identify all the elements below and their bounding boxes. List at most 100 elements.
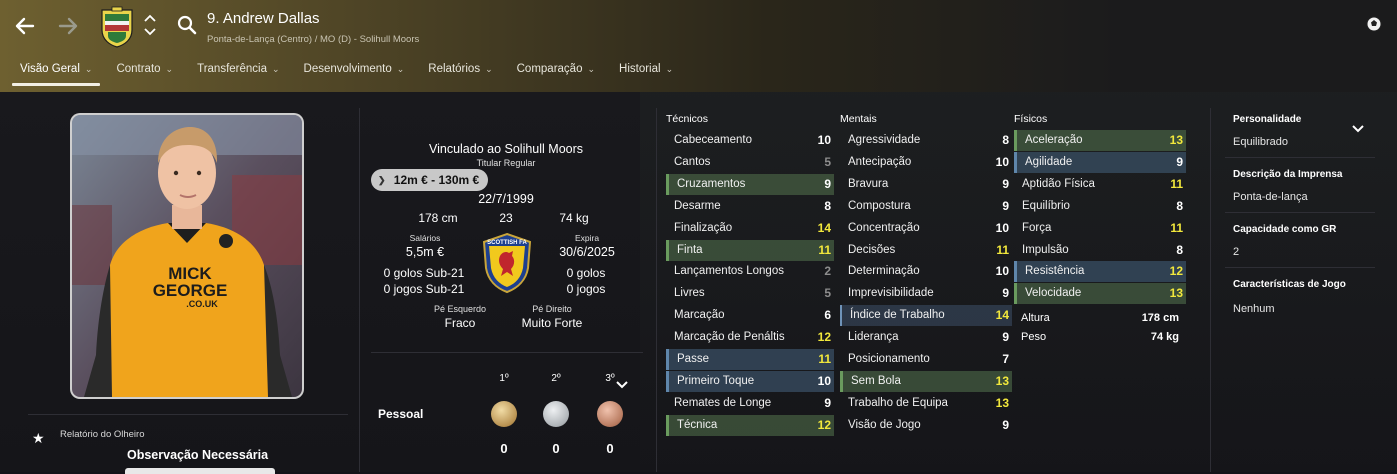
attribute-name: Impulsão (1022, 243, 1069, 256)
attribute-value: 7 (1002, 352, 1009, 366)
physical-height: Altura 178 cm (1021, 312, 1179, 324)
gk-value: 2 (1233, 246, 1240, 258)
fisicos-attribute-row[interactable]: Resistência 12 (1014, 261, 1186, 283)
place-1-label: 1º (499, 373, 509, 384)
mentais-attribute-row[interactable]: Sem Bola 13 (840, 370, 1012, 392)
attribute-name: Resistência (1025, 265, 1085, 278)
salary-value: 5,5m € (405, 245, 445, 259)
football-icon[interactable] (1366, 16, 1382, 32)
chevron-down-icon: ⌄ (396, 64, 405, 74)
contract-line: Vinculado ao Solihull Moors (428, 142, 584, 156)
attribute-name: Técnica (677, 418, 718, 431)
chevron-down-icon[interactable] (1351, 121, 1365, 135)
tecnicos-attribute-row[interactable]: Cantos 5 (666, 152, 834, 173)
tab-transferencia[interactable]: Transferência ⌄ (185, 60, 291, 84)
attribute-value: 5 (824, 154, 831, 169)
tecnicos-attribute-row[interactable]: Marcação 6 (666, 305, 834, 326)
fisicos-attribute-row[interactable]: Aceleração 13 (1014, 130, 1186, 151)
tab-comparacao[interactable]: Comparação ⌄ (505, 60, 607, 84)
search-icon[interactable] (176, 14, 198, 36)
attribute-value: 11 (818, 242, 831, 257)
tab-visao-geral[interactable]: Visão Geral ⌄ (8, 60, 104, 86)
mentais-attribute-row[interactable]: Trabalho de Equipa 13 (840, 393, 1012, 414)
scottish-fa-badge-icon: SCOTTISH FA (480, 232, 534, 294)
tecnicos-attribute-row[interactable]: Finta 11 (666, 239, 834, 261)
fisicos-attribute-row[interactable]: Impulsão 8 (1014, 240, 1186, 261)
divider (1225, 157, 1375, 158)
tecnicos-attribute-row[interactable]: Primeiro Toque 10 (666, 370, 834, 392)
club-crest-icon[interactable] (100, 6, 134, 48)
tecnicos-attribute-row[interactable]: Desarme 8 (666, 196, 834, 217)
mentais-attribute-row[interactable]: Agressividade 8 (840, 130, 1012, 151)
mentais-attribute-row[interactable]: Concentração 10 (840, 218, 1012, 239)
mentais-attribute-row[interactable]: Visão de Jogo 9 (840, 415, 1012, 436)
attribute-value: 12 (1169, 264, 1183, 279)
mentais-attribute-row[interactable]: Compostura 9 (840, 196, 1012, 217)
mentais-attribute-row[interactable]: Posicionamento 7 (840, 349, 1012, 370)
chevron-down-icon: ⌄ (485, 64, 493, 74)
fisicos-attribute-row[interactable]: Equilíbrio 8 (1014, 196, 1186, 217)
tecnicos-attribute-row[interactable]: Cabeceamento 10 (666, 130, 834, 151)
divider (1210, 108, 1211, 472)
senior-goals: 0 golos (566, 266, 606, 280)
traits-value: Nenhum (1233, 303, 1275, 315)
value-pill[interactable]: ❯ 12m € - 130m € (371, 169, 488, 191)
mentais-attribute-row[interactable]: Índice de Trabalho 14 (840, 305, 1012, 327)
mentais-attribute-row[interactable]: Liderança 9 (840, 327, 1012, 348)
attribute-name: Posicionamento (848, 353, 930, 365)
chevron-down-icon[interactable] (615, 377, 629, 391)
bronze-medal-icon (597, 401, 623, 427)
attribute-name: Remates de Longe (674, 396, 772, 409)
left-foot-value: Fraco (444, 316, 476, 330)
back-arrow-icon[interactable] (11, 12, 39, 40)
attribute-value: 10 (995, 154, 1009, 169)
divider (28, 414, 348, 415)
tecnicos-attribute-row[interactable]: Passe 11 (666, 349, 834, 370)
attribute-value: 9 (824, 395, 831, 410)
scout-button[interactable] (125, 468, 275, 474)
attribute-value: 9 (824, 176, 831, 191)
star-icon[interactable]: ★ (32, 430, 45, 447)
tab-historial[interactable]: Historial ⌄ (607, 60, 685, 84)
forward-arrow-icon[interactable] (54, 12, 82, 40)
tab-desenvolvimento[interactable]: Desenvolvimento ⌄ (292, 60, 417, 84)
attribute-name: Força (1022, 221, 1052, 234)
attribute-name: Liderança (848, 331, 899, 344)
attribute-value: 9 (1176, 154, 1183, 169)
attribute-name: Determinação (848, 265, 920, 278)
mentais-attribute-row[interactable]: Determinação 10 (840, 261, 1012, 282)
tecnicos-attribute-row[interactable]: Marcação de Penáltis 12 (666, 327, 834, 348)
up-down-icon[interactable] (143, 11, 157, 39)
attribute-value: 13 (1169, 286, 1183, 301)
gold-medal-icon (491, 401, 517, 427)
attribute-value: 10 (995, 220, 1009, 235)
tab-contrato[interactable]: Contrato ⌄ (104, 60, 185, 84)
attribute-name: Sem Bola (851, 374, 901, 387)
player-photo: MICK GEORGE .CO.UK (70, 113, 304, 399)
tecnicos-attribute-row[interactable]: Livres 5 (666, 283, 834, 304)
fisicos-attribute-row[interactable]: Aptidão Física 11 (1014, 174, 1186, 195)
tecnicos-attribute-row[interactable]: Técnica 12 (666, 414, 834, 436)
attribute-name: Cantos (674, 155, 711, 168)
mentais-attribute-row[interactable]: Antecipação 10 (840, 152, 1012, 173)
press-value: Ponta-de-lança (1233, 191, 1308, 203)
mentais-attribute-row[interactable]: Imprevisibilidade 9 (840, 283, 1012, 304)
fisicos-attribute-row[interactable]: Força 11 (1014, 218, 1186, 239)
attribute-value: 9 (1002, 176, 1009, 191)
attribute-name: Concentração (848, 221, 920, 234)
attribute-name: Bravura (848, 177, 889, 190)
mentais-attribute-row[interactable]: Bravura 9 (840, 174, 1012, 195)
fisicos-attribute-row[interactable]: Agilidade 9 (1014, 151, 1186, 173)
tecnicos-attribute-row[interactable]: Lançamentos Longos 2 (666, 261, 834, 282)
divider (359, 108, 360, 472)
mentais-attribute-row[interactable]: Decisões 11 (840, 240, 1012, 261)
fisicos-attribute-row[interactable]: Velocidade 13 (1014, 283, 1186, 305)
tecnicos-attribute-row[interactable]: Finalização 14 (666, 218, 834, 239)
attribute-name: Agressividade (848, 134, 921, 146)
tecnicos-attribute-row[interactable]: Cruzamentos 9 (666, 173, 834, 195)
scout-report-label: Relatório do Olheiro (60, 429, 145, 440)
attribute-value: 12 (817, 330, 831, 345)
tab-relatorios[interactable]: Relatórios ⌄ (416, 60, 504, 84)
chevron-down-icon: ⌄ (587, 64, 596, 74)
tecnicos-attribute-row[interactable]: Remates de Longe 9 (666, 393, 834, 414)
